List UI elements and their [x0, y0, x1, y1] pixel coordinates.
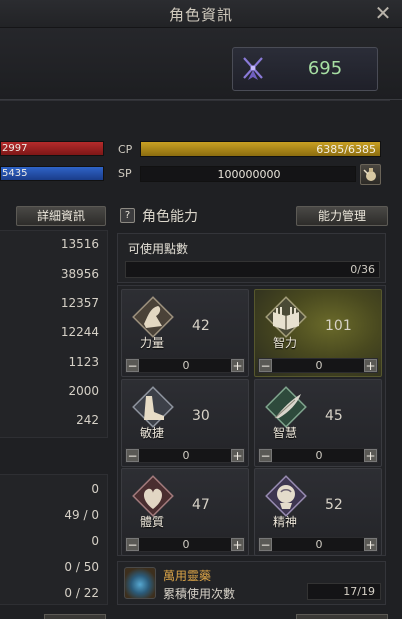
- stat-name: 精神: [273, 515, 298, 529]
- stepper-value: 0: [315, 538, 323, 551]
- stat-value: 12244: [60, 325, 99, 339]
- cp-gauge: 6385/6385: [140, 141, 381, 157]
- stat-stepper: − 0 +: [125, 358, 245, 373]
- stat-value: 47: [192, 497, 210, 513]
- stat-name: 智力: [273, 336, 298, 350]
- elixir-box: 萬用靈藥 累積使用次數 17/19: [117, 561, 386, 605]
- stat-value: 1123: [68, 355, 99, 369]
- stat-cell-str[interactable]: 力量 42 − 0 +: [121, 289, 249, 377]
- quill-icon: [265, 386, 307, 428]
- stat-value: 101: [325, 318, 352, 334]
- open-book-icon: [265, 296, 307, 338]
- stat-value: 0 / 22: [64, 586, 99, 600]
- elixir-usage-label: 累積使用次數: [163, 587, 236, 601]
- stat-value: 0: [91, 482, 99, 496]
- stat-name: 力量: [140, 336, 165, 350]
- plus-button[interactable]: +: [231, 449, 244, 462]
- bottom-right-button[interactable]: [296, 614, 388, 619]
- stat-value: 42: [192, 318, 210, 334]
- detail-info-button[interactable]: 詳細資訊: [16, 206, 106, 226]
- stat-value: 49 / 0: [64, 508, 99, 522]
- plus-button[interactable]: +: [364, 359, 377, 372]
- stat-cell-int[interactable]: 智力 101 − 0 +: [254, 289, 382, 377]
- stat-stepper: − 0 +: [258, 537, 378, 552]
- cp-label: CP: [118, 143, 133, 156]
- available-points-bar: 0/36: [125, 261, 380, 278]
- plus-button[interactable]: +: [364, 538, 377, 551]
- secondary-stat-list: 0 49 / 0 0 0 / 50 0 / 22: [0, 474, 108, 605]
- sp-label: SP: [118, 167, 132, 180]
- close-icon[interactable]: ✕: [372, 2, 394, 24]
- minus-button[interactable]: −: [259, 538, 272, 551]
- hp-value: 2997: [2, 143, 28, 154]
- minus-button[interactable]: −: [126, 449, 139, 462]
- ability-title: 角色能力: [142, 209, 198, 225]
- stat-value: 13516: [60, 237, 99, 251]
- stat-value: 30: [192, 408, 210, 424]
- stepper-value: 0: [182, 359, 190, 372]
- hp-gauge: 2997: [0, 141, 104, 156]
- divider: [0, 100, 390, 101]
- elixir-usage-count: 17/19: [343, 585, 375, 598]
- available-points-value: 0/36: [350, 263, 375, 276]
- foot-icon: [132, 386, 174, 428]
- stat-cell-men[interactable]: 精神 52 − 0 +: [254, 468, 382, 556]
- character-info-window: 角色資訊 ✕ 695 2997 5435 CP 6385/6385 SP 100…: [0, 0, 402, 619]
- stat-value: 45: [325, 408, 343, 424]
- heart-body-icon: [132, 475, 174, 517]
- help-icon[interactable]: ?: [120, 208, 135, 223]
- stepper-value: 0: [315, 449, 323, 462]
- minus-button[interactable]: −: [259, 359, 272, 372]
- combat-power-box: 695: [232, 47, 378, 91]
- ability-grid: 力量 42 − 0 + 智力 101 − 0 + 敏捷 30 − 0 + 智慧 …: [117, 285, 386, 556]
- left-bottom-button[interactable]: [44, 614, 106, 619]
- plus-button[interactable]: +: [364, 449, 377, 462]
- stat-value: 52: [325, 497, 343, 513]
- stat-name: 體質: [140, 515, 165, 529]
- stepper-value: 0: [182, 449, 190, 462]
- stat-cell-dex[interactable]: 敏捷 30 − 0 +: [121, 379, 249, 467]
- stat-stepper: − 0 +: [258, 448, 378, 463]
- stat-stepper: − 0 +: [125, 448, 245, 463]
- arm-strength-icon: [132, 296, 174, 338]
- plus-button[interactable]: +: [231, 538, 244, 551]
- title-bar[interactable]: 角色資訊 ✕: [0, 0, 402, 28]
- stat-value: 12357: [60, 296, 99, 310]
- window-title: 角色資訊: [168, 6, 233, 24]
- potion-bag-icon: [363, 168, 376, 181]
- stepper-value: 0: [182, 538, 190, 551]
- mp-gauge: 5435: [0, 166, 104, 181]
- head-mind-icon: [265, 475, 307, 517]
- sp-item-button[interactable]: [360, 164, 381, 185]
- stat-stepper: − 0 +: [258, 358, 378, 373]
- stat-name: 智慧: [273, 426, 298, 440]
- potion-icon[interactable]: [124, 567, 156, 599]
- stat-cell-con[interactable]: 體質 47 − 0 +: [121, 468, 249, 556]
- minus-button[interactable]: −: [126, 538, 139, 551]
- ability-manage-button[interactable]: 能力管理: [296, 206, 388, 226]
- stat-cell-wit[interactable]: 智慧 45 − 0 +: [254, 379, 382, 467]
- stat-value: 0 / 50: [64, 560, 99, 574]
- stat-value: 2000: [68, 384, 99, 398]
- stat-value: 38956: [60, 267, 99, 281]
- plus-button[interactable]: +: [231, 359, 244, 372]
- available-points-label: 可使用點數: [128, 242, 189, 256]
- stat-name: 敏捷: [140, 426, 165, 440]
- sp-gauge: 100000000: [140, 166, 356, 182]
- stat-value: 242: [76, 413, 99, 427]
- crossed-swords-icon: [243, 57, 263, 80]
- elixir-count-box: 17/19: [307, 583, 381, 600]
- elixir-name: 萬用靈藥: [163, 569, 212, 583]
- mp-value: 5435: [2, 168, 28, 179]
- minus-button[interactable]: −: [126, 359, 139, 372]
- cp-value: 6385/6385: [316, 143, 376, 156]
- stat-detail-list: 13516 38956 12357 12244 1123 2000 242: [0, 230, 108, 438]
- stepper-value: 0: [315, 359, 323, 372]
- combat-power-value: 695: [307, 58, 343, 79]
- stat-stepper: − 0 +: [125, 537, 245, 552]
- available-points-box: 可使用點數 0/36: [117, 233, 386, 283]
- stat-value: 0: [91, 534, 99, 548]
- minus-button[interactable]: −: [259, 449, 272, 462]
- sp-value: 100000000: [217, 168, 281, 181]
